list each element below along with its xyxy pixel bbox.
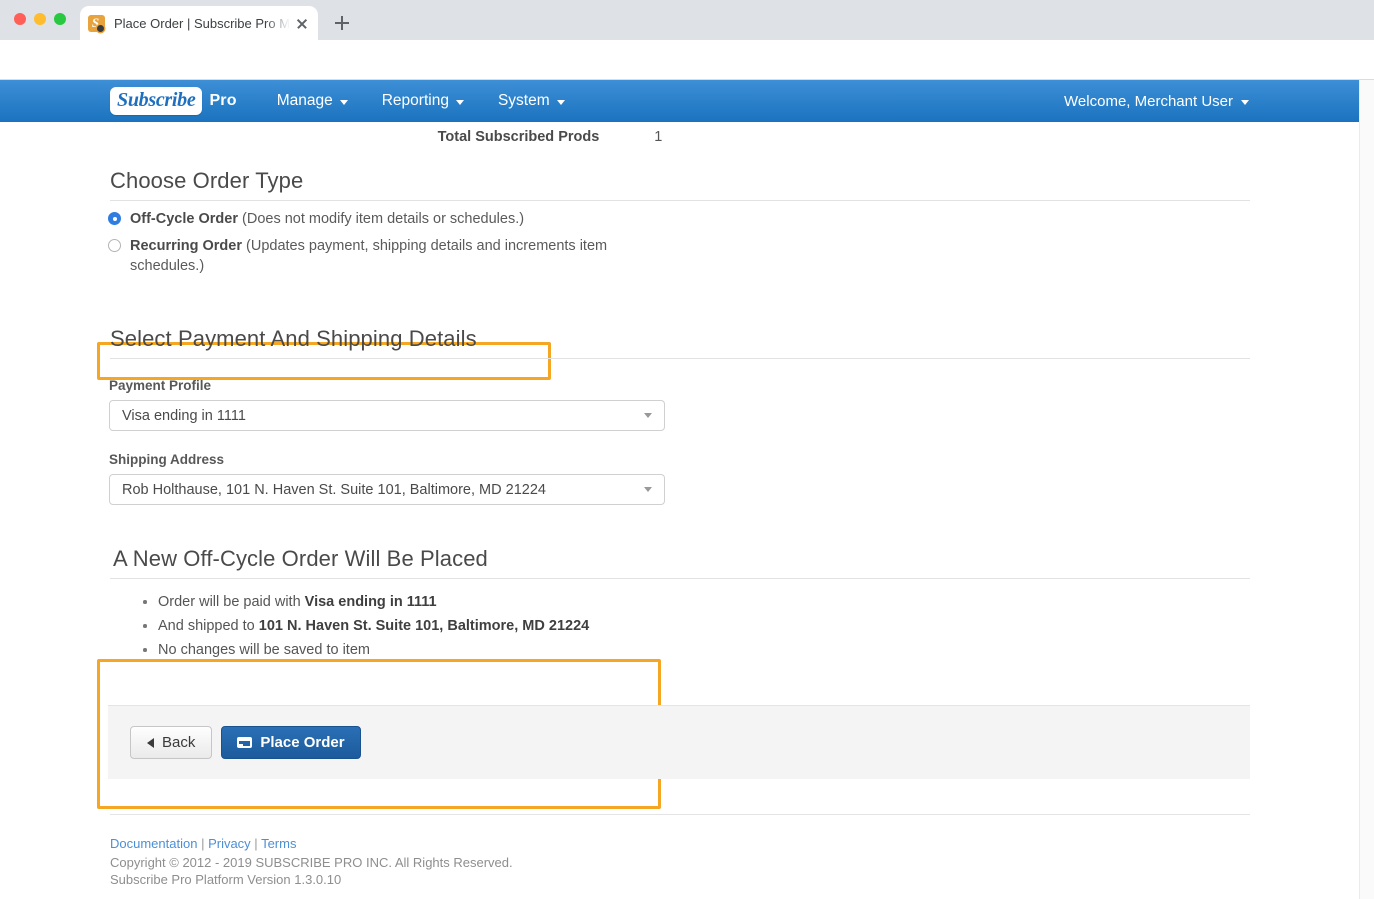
- minimize-window-button[interactable]: [34, 13, 46, 25]
- radio-option-recurring-order[interactable]: Recurring Order (Updates payment, shippi…: [108, 236, 618, 276]
- page-scrollbar-track[interactable]: [1359, 80, 1374, 899]
- section-divider: [110, 200, 1250, 201]
- total-subscribed-prods-label: Total Subscribed Prods: [437, 129, 600, 145]
- chevron-down-icon: [1241, 99, 1249, 105]
- radio-option-desc: (Does not modify item details or schedul…: [242, 211, 525, 227]
- maximize-window-button[interactable]: [54, 13, 66, 25]
- bullet-prefix: No changes will be saved to item: [158, 642, 370, 658]
- bullet-prefix: Order will be paid with: [158, 594, 305, 610]
- radio-option-name: Recurring Order: [130, 238, 242, 254]
- logo-main-text: Subscribe: [117, 89, 196, 111]
- radio-option-label: Recurring Order (Updates payment, shippi…: [130, 236, 618, 276]
- nav-links: Manage Reporting System: [263, 82, 579, 120]
- back-button[interactable]: Back: [130, 726, 213, 759]
- payment-shipping-heading: Select Payment And Shipping Details: [110, 326, 477, 351]
- browser-tab-strip: S Place Order | Subscribe Pro Ma: [0, 0, 1374, 40]
- shipping-address-value: Rob Holthause, 101 N. Haven St. Suite 10…: [122, 481, 546, 498]
- footer-separator: |: [197, 836, 209, 851]
- list-item: And shipped to 101 N. Haven St. Suite 10…: [137, 616, 589, 636]
- shipping-address-select[interactable]: Rob Holthause, 101 N. Haven St. Suite 10…: [109, 474, 665, 505]
- place-order-button-label: Place Order: [260, 734, 345, 751]
- back-button-label: Back: [162, 734, 196, 751]
- chevron-down-icon: [556, 99, 565, 105]
- nav-item-reporting[interactable]: Reporting: [368, 82, 478, 120]
- window-traffic-lights: [14, 13, 66, 25]
- logo-pro-text: Pro: [209, 92, 237, 109]
- user-menu-label: Welcome, Merchant User: [1064, 92, 1233, 110]
- bullet-strong: 101 N. Haven St. Suite 101, Baltimore, M…: [258, 618, 590, 634]
- shipping-address-label: Shipping Address: [109, 452, 225, 467]
- credit-card-icon: [237, 737, 253, 748]
- choose-order-type-heading: Choose Order Type: [110, 168, 304, 193]
- chevron-down-icon: [644, 413, 652, 418]
- browser-toolbar: platform.subscribepro.com/manage/subscri…: [0, 40, 1374, 113]
- payment-profile-select[interactable]: Visa ending in 1111: [109, 400, 665, 431]
- chevron-down-icon: [455, 99, 464, 105]
- place-order-button[interactable]: Place Order: [221, 726, 361, 759]
- radio-option-label: Off-Cycle Order (Does not modify item de…: [130, 209, 524, 229]
- total-subscribed-prods-row: Total Subscribed Prods 1: [0, 122, 1250, 152]
- close-window-button[interactable]: [14, 13, 26, 25]
- bullet-prefix: And shipped to: [158, 618, 259, 634]
- section-divider: [110, 358, 1250, 359]
- footer-divider: [110, 814, 1250, 815]
- page-content: Total Subscribed Prods 1 Choose Order Ty…: [0, 122, 1367, 899]
- nav-item-manage[interactable]: Manage: [263, 82, 362, 120]
- bullet-strong: Visa ending in 1111: [304, 594, 437, 610]
- logo-badge: Subscribe: [110, 87, 203, 115]
- close-icon[interactable]: [294, 15, 310, 31]
- browser-window: S Place Order | Subscribe Pro Ma platfor…: [0, 0, 1374, 899]
- new-tab-button[interactable]: [330, 11, 354, 35]
- nav-item-system[interactable]: System: [484, 82, 579, 120]
- list-item: No changes will be saved to item: [137, 640, 589, 660]
- nav-item-label: Manage: [276, 92, 333, 109]
- footer-link-documentation[interactable]: Documentation: [110, 836, 197, 851]
- radio-button-selected-icon[interactable]: [108, 212, 121, 225]
- gear-icon: [97, 24, 104, 32]
- radio-button-icon[interactable]: [108, 239, 121, 252]
- subscribe-pro-favicon-icon: S: [88, 14, 105, 32]
- section-divider: [110, 578, 1250, 579]
- payment-profile-value: Visa ending in 1111: [122, 407, 246, 424]
- chevron-down-icon: [644, 487, 652, 492]
- chevron-down-icon: [339, 99, 348, 105]
- radio-option-off-cycle-order[interactable]: Off-Cycle Order (Does not modify item de…: [108, 209, 568, 229]
- footer-version: Subscribe Pro Platform Version 1.3.0.10: [110, 872, 342, 887]
- subscribe-pro-logo[interactable]: Subscribe Pro: [110, 87, 237, 115]
- list-item: Order will be paid with Visa ending in 1…: [137, 592, 589, 612]
- nav-item-label: System: [497, 92, 550, 109]
- total-subscribed-prods-value: 1: [654, 129, 663, 145]
- confirmation-bullet-list: Order will be paid with Visa ending in 1…: [137, 592, 589, 664]
- user-menu[interactable]: Welcome, Merchant User: [1064, 93, 1249, 110]
- footer-copyright: Copyright © 2012 - 2019 SUBSCRIBE PRO IN…: [110, 855, 513, 870]
- payment-profile-label: Payment Profile: [109, 378, 212, 393]
- radio-option-name: Off-Cycle Order: [130, 211, 238, 227]
- browser-tab[interactable]: S Place Order | Subscribe Pro Ma: [80, 6, 318, 40]
- chevron-left-icon: [147, 737, 154, 748]
- tab-title: Place Order | Subscribe Pro Ma: [114, 15, 290, 31]
- footer-link-privacy[interactable]: Privacy: [208, 836, 251, 851]
- app-navbar: Subscribe Pro Manage Reporting System We…: [0, 80, 1367, 122]
- order-confirmation-heading: A New Off-Cycle Order Will Be Placed: [113, 546, 488, 571]
- footer-link-terms[interactable]: Terms: [261, 836, 296, 851]
- nav-item-label: Reporting: [381, 92, 449, 109]
- footer-separator: |: [250, 836, 262, 851]
- page-footer: Documentation | Privacy | Terms Copyrigh…: [110, 836, 513, 888]
- footer-links: Documentation | Privacy | Terms: [110, 836, 513, 851]
- action-button-bar: Back Place Order: [108, 705, 1250, 779]
